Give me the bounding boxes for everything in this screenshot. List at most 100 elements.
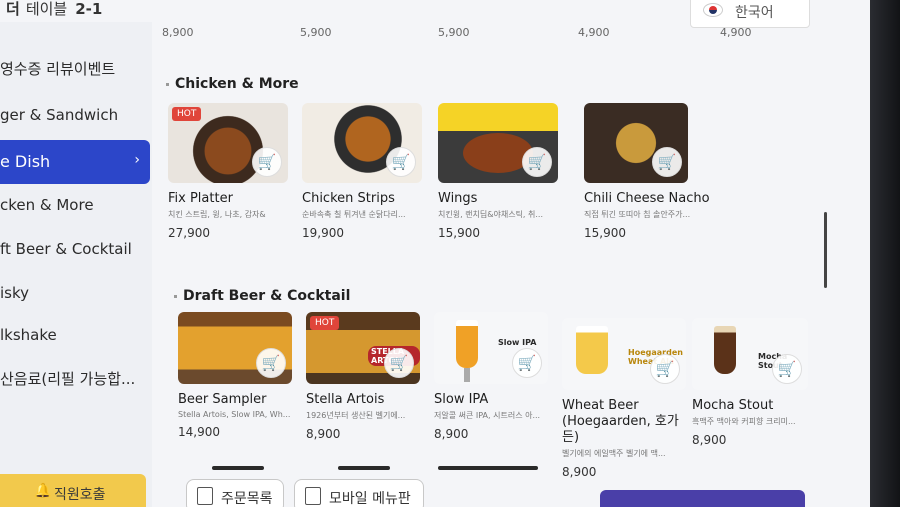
sidebar-item-label: 산음료(리필 가능합... [0,370,136,388]
item-description: 치킨윙, 랜치딥&야채스틱, 취... [438,210,543,219]
sidebar-item-label: isky [0,284,30,302]
item-price: 8,900 [692,433,727,447]
menu-card[interactable]: Mocha Stout 🛒 Mocha Stout 흑맥주 맥아와 커피향 크리… [692,318,812,447]
item-description: 순바속촉 칠 튀겨낸 순닭다리... [302,210,406,219]
food-image: 🛒 [178,312,292,384]
item-price: 14,900 [178,425,220,439]
glass-stem [464,368,470,382]
sidebar-item-label: lkshake [0,326,57,344]
mobile-menu-button[interactable]: 모바일 메뉴판 [294,479,424,507]
table-number: 2-1 [75,0,103,18]
menu-card[interactable]: 🛒 Chili Cheese Nacho 직접 튀긴 또띠아 칩 솔안주가...… [584,103,712,240]
menu-card[interactable]: 🛒 Chicken Strips 순바속촉 칠 튀겨낸 순닭다리... 19,9… [302,103,422,240]
previous-price: 4,900 [578,26,610,39]
table-label: 더 테이블 2-1 [6,0,102,19]
pay-button[interactable] [600,490,805,507]
item-description: Stella Artois, Slow IPA, Wh... [178,410,291,419]
mobile-menu-label: 모바일 메뉴판 [329,491,411,507]
receipt-icon [197,487,213,505]
sidebar-item-review-event[interactable]: 영수증 리뷰이벤트 [0,58,115,79]
sidebar-item-label: cken & More [0,196,94,214]
item-price: 15,900 [584,226,626,240]
scrollbar[interactable] [824,212,827,288]
sidebar-item-chicken[interactable]: cken & More [0,196,94,214]
cart-icon[interactable]: 🛒 [512,348,542,378]
menu-card[interactable]: 🛒 Beer Sampler Stella Artois, Slow IPA, … [178,312,298,439]
table-prefix: 테이블 [25,0,68,18]
item-price: 8,900 [434,427,469,441]
item-price: 19,900 [302,226,344,240]
section-title-beer: Draft Beer & Cocktail [174,288,350,304]
beer-glass-icon [714,326,736,374]
item-description: 1926년부터 생산된 벨기에... [306,411,406,420]
item-name: Chili Cheese Nacho [584,191,710,206]
order-list-label: 주문목록 [221,491,273,507]
food-image: HOT STELLA ARTOIS 🛒 [306,312,420,384]
item-name: Mocha Stout [692,398,774,413]
section-title-text: Draft Beer & Cocktail [183,288,351,304]
menu-card[interactable]: 🛒 Wings 치킨윙, 랜치딥&야채스틱, 취... 15,900 [438,103,558,240]
menu-card[interactable]: Hoegaarden Wheat Ale 🛒 Wheat Beer (Hoega… [562,318,692,479]
food-image: 🛒 [438,103,558,183]
cart-icon[interactable]: 🛒 [522,147,552,177]
section-title-chicken: Chicken & More [166,76,299,92]
previous-price: 4,900 [720,26,752,39]
sidebar-item-label: ft Beer & Cocktail [0,240,132,258]
cart-icon[interactable]: 🛒 [252,147,282,177]
category-sidebar: 영수증 리뷰이벤트 ger & Sandwich e Dish › cken &… [0,22,152,507]
order-list-button[interactable]: 주문목록 [186,479,284,507]
item-name: Chicken Strips [302,191,395,206]
food-image: Slow IPA 🛒 [434,312,548,384]
cart-icon[interactable]: 🛒 [650,354,680,384]
sidebar-item-label: 영수증 리뷰이벤트 [0,60,116,78]
sidebar-item-burger[interactable]: ger & Sandwich [0,106,118,124]
cart-icon[interactable]: 🛒 [256,348,286,378]
food-image: 🛒 [584,103,688,183]
sidebar-item-whisky[interactable]: isky [0,284,29,302]
previous-price: 8,900 [162,26,194,39]
carousel-indicator [338,466,390,470]
beer-glass-icon [576,326,608,374]
kiosk-screen: 더 테이블 2-1 한국어 영수증 리뷰이벤트 ger & Sandwich e D… [0,0,870,507]
food-image: Hoegaarden Wheat Ale 🛒 [562,318,686,390]
staff-call-button[interactable]: 🔔 직원호출 [0,474,146,507]
item-description: 치킨 스트립, 윙, 나초, 감자& [168,210,266,219]
sidebar-item-milkshake[interactable]: lkshake [0,326,57,344]
item-description: 벨기에의 에일맥주 벨기에 맥... [562,449,666,458]
sidebar-item-label: ger & Sandwich [0,106,119,124]
cart-icon[interactable]: 🛒 [772,354,802,384]
cart-icon[interactable]: 🛒 [384,348,414,378]
sidebar-item-draft-beer[interactable]: ft Beer & Cocktail [0,240,132,258]
menu-area: 8,900 5,900 5,900 4,900 4,900 Chicken & … [152,0,870,507]
item-price: 8,900 [306,427,341,441]
item-description: 직접 튀긴 또띠아 칩 솔안주가... [584,210,691,219]
menu-card[interactable]: Slow IPA 🛒 Slow IPA 저알콜 써큰 IPA, 시트러스 아..… [434,312,554,441]
carousel-indicator [438,466,538,470]
brand-fragment: 더 [6,0,20,18]
menu-card[interactable]: HOT STELLA ARTOIS 🛒 Stella Artois 1926년부… [306,312,426,441]
hot-badge: HOT [310,316,340,330]
sidebar-item-soft-drinks[interactable]: 산음료(리필 가능합... [0,368,135,389]
item-name: Beer Sampler [178,392,267,407]
item-name: Stella Artois [306,392,385,407]
beer-glass-icon [456,320,478,368]
item-name: Slow IPA [434,392,489,407]
item-price: 8,900 [562,465,597,479]
menu-card[interactable]: HOT 🛒 Fix Platter 치킨 스트립, 윙, 나초, 감자& 27,… [168,103,288,240]
item-name: Wheat Beer (Hoegaarden, 호가든) [562,398,679,445]
device-bezel [870,0,900,507]
brand-logo: Slow IPA [498,338,537,347]
carousel-indicator [212,466,264,470]
bell-icon: 🔔 [34,483,52,499]
previous-price: 5,900 [300,26,332,39]
cart-icon[interactable]: 🛒 [386,147,416,177]
section-title-text: Chicken & More [175,76,299,92]
food-image: 🛒 [302,103,422,183]
item-name: Wings [438,191,478,206]
sidebar-item-side-dish[interactable]: e Dish › [0,140,150,184]
hot-badge: HOT [172,107,202,121]
cart-icon[interactable]: 🛒 [652,147,682,177]
food-image: HOT 🛒 [168,103,288,183]
item-price: 15,900 [438,226,480,240]
previous-price: 5,900 [438,26,470,39]
